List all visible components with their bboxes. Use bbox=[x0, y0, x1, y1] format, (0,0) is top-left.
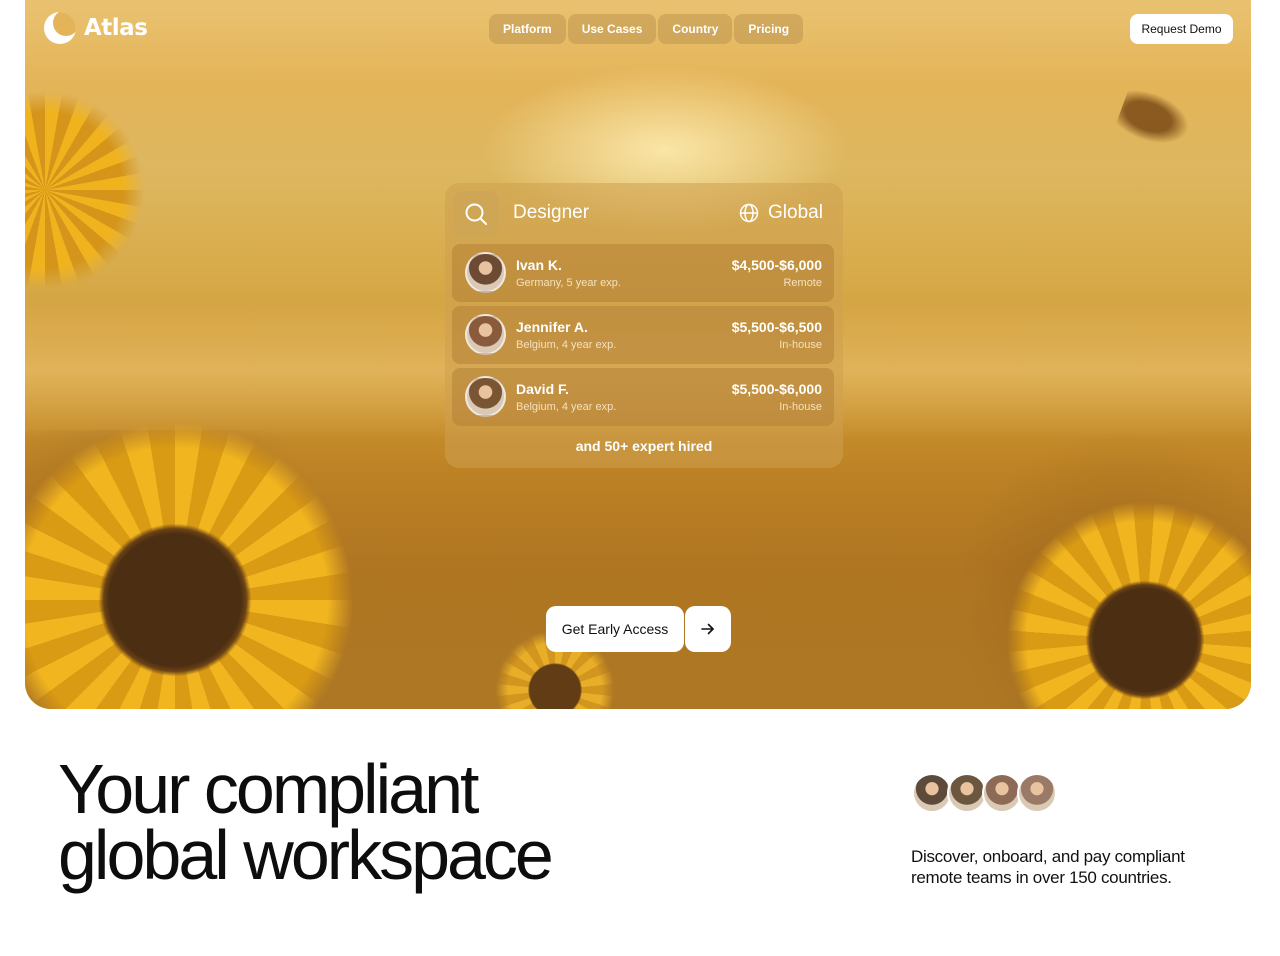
avatar bbox=[1017, 773, 1057, 813]
candidate-row[interactable]: Ivan K. Germany, 5 year exp. $4,500-$6,0… bbox=[452, 244, 834, 302]
candidate-meta: Belgium, 4 year exp. bbox=[516, 339, 617, 351]
sunflower-image bbox=[25, 90, 145, 290]
nav-item-platform[interactable]: Platform bbox=[489, 14, 566, 44]
search-button[interactable] bbox=[453, 191, 499, 237]
candidate-meta: Belgium, 4 year exp. bbox=[516, 401, 617, 413]
nav-item-country[interactable]: Country bbox=[658, 14, 733, 44]
logo-icon bbox=[44, 12, 76, 44]
nav-item-pricing[interactable]: Pricing bbox=[734, 14, 804, 44]
nav-item-use-cases[interactable]: Use Cases bbox=[567, 14, 657, 44]
region-selector[interactable]: Global bbox=[768, 202, 823, 224]
cta-arrow-button[interactable] bbox=[685, 606, 731, 652]
hired-count-note: and 50+ expert hired bbox=[575, 438, 713, 454]
talent-search-card: Designer Global Ivan K. Germany, 5 year … bbox=[445, 183, 843, 468]
candidate-name: David F. bbox=[516, 381, 569, 397]
candidate-work-mode: In-house bbox=[779, 339, 822, 351]
search-icon bbox=[465, 203, 487, 225]
candidate-meta: Germany, 5 year exp. bbox=[516, 277, 621, 289]
avatar bbox=[465, 314, 506, 355]
avatar bbox=[912, 773, 952, 813]
candidate-name: Jennifer A. bbox=[516, 319, 588, 335]
get-early-access-button[interactable]: Get Early Access bbox=[546, 606, 684, 652]
hero-description: Discover, onboard, and pay compliant rem… bbox=[911, 847, 1185, 887]
avatar bbox=[947, 773, 987, 813]
candidate-name: Ivan K. bbox=[516, 257, 562, 273]
candidate-row[interactable]: Jennifer A. Belgium, 4 year exp. $5,500-… bbox=[452, 306, 834, 364]
brand-name: Atlas bbox=[84, 15, 148, 41]
candidate-work-mode: In-house bbox=[779, 401, 822, 413]
main-nav: Platform Use Cases Country Pricing bbox=[489, 14, 804, 44]
page-headline: Your compliant global workspace bbox=[58, 750, 554, 894]
candidate-salary: $5,500-$6,500 bbox=[731, 319, 822, 335]
avatar bbox=[465, 252, 506, 293]
arrow-right-icon bbox=[701, 623, 714, 635]
candidate-salary: $4,500-$6,000 bbox=[731, 257, 822, 273]
candidate-work-mode: Remote bbox=[783, 277, 822, 289]
butterfly-image bbox=[1113, 84, 1197, 154]
search-query[interactable]: Designer bbox=[513, 202, 589, 224]
globe-icon bbox=[739, 203, 759, 223]
team-avatars bbox=[912, 773, 1072, 813]
candidate-salary: $5,500-$6,000 bbox=[731, 381, 822, 397]
request-demo-button[interactable]: Request Demo bbox=[1130, 14, 1233, 44]
brand-logo[interactable]: Atlas bbox=[44, 12, 148, 44]
avatar bbox=[465, 376, 506, 417]
headline-line-2: global workspace bbox=[58, 816, 554, 894]
candidate-row[interactable]: David F. Belgium, 4 year exp. $5,500-$6,… bbox=[452, 368, 834, 426]
headline-line-1: Your compliant bbox=[58, 750, 479, 828]
avatar bbox=[982, 773, 1022, 813]
